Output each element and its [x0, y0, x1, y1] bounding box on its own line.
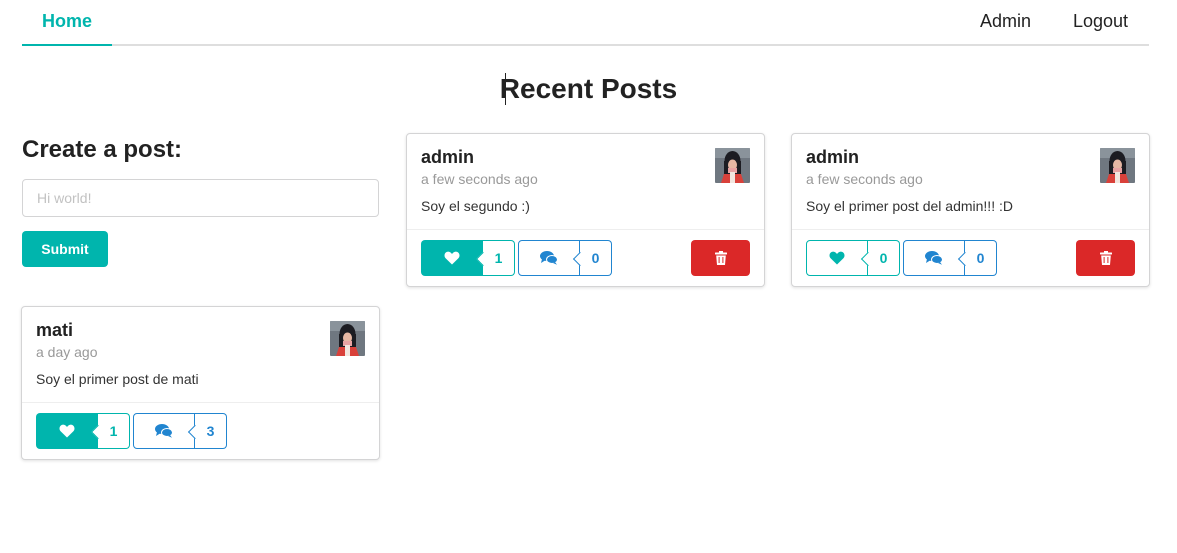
like-button[interactable]: 1 [421, 240, 515, 276]
comment-button[interactable]: 3 [133, 413, 227, 449]
comments-icon [925, 251, 943, 265]
post-card-content: admin a few seconds ago Soy el segundo :… [407, 134, 764, 230]
heart-icon [829, 251, 845, 265]
comment-button-main[interactable] [518, 240, 580, 276]
avatar [1100, 148, 1135, 183]
post-time: a few seconds ago [806, 171, 923, 187]
comment-count[interactable]: 0 [580, 240, 612, 276]
like-button[interactable]: 1 [36, 413, 130, 449]
trash-icon [1099, 251, 1112, 265]
delete-button[interactable] [1076, 240, 1135, 276]
comment-button-main[interactable] [133, 413, 195, 449]
avatar [330, 321, 365, 356]
like-count[interactable]: 1 [98, 413, 130, 449]
post-time: a day ago [36, 344, 98, 360]
like-button-main[interactable] [421, 240, 483, 276]
post-text: Soy el primer post de mati [36, 371, 199, 387]
heart-icon [444, 251, 460, 265]
like-count[interactable]: 0 [868, 240, 900, 276]
post-author: mati [36, 320, 74, 340]
nav-logout-link[interactable]: Logout [1073, 0, 1128, 46]
create-post-title: Create a post: [22, 136, 183, 163]
nav-admin-link[interactable]: Admin [980, 0, 1031, 46]
page-title: Recent Posts [499, 73, 678, 104]
post-text: Soy el primer post del admin!!! :D [806, 198, 1013, 214]
like-button-main[interactable] [806, 240, 868, 276]
comment-count[interactable]: 3 [195, 413, 227, 449]
post-author: admin [806, 147, 860, 167]
trash-icon [714, 251, 727, 265]
post-card: admin a few seconds ago Soy el primer po… [791, 133, 1150, 287]
comments-icon [540, 251, 558, 265]
top-menu: Home Admin Logout [22, 0, 1149, 46]
post-card: admin a few seconds ago Soy el segundo :… [406, 133, 765, 287]
post-card-content: admin a few seconds ago Soy el primer po… [792, 134, 1149, 230]
post-card-content: mati a day ago Soy el primer post de mat… [22, 307, 379, 403]
post-card: mati a day ago Soy el primer post de mat… [21, 306, 380, 460]
comment-button-main[interactable] [903, 240, 965, 276]
avatar [715, 148, 750, 183]
comment-count[interactable]: 0 [965, 240, 997, 276]
delete-button[interactable] [691, 240, 750, 276]
comment-button[interactable]: 0 [903, 240, 997, 276]
like-button-main[interactable] [36, 413, 98, 449]
nav-home-link[interactable]: Home [22, 0, 112, 46]
post-time: a few seconds ago [421, 171, 538, 187]
text-cursor [505, 73, 506, 105]
like-count[interactable]: 1 [483, 240, 515, 276]
post-text: Soy el segundo :) [421, 198, 530, 214]
heart-icon [59, 424, 75, 438]
submit-button[interactable]: Submit [22, 231, 108, 267]
post-author: admin [421, 147, 475, 167]
comment-button[interactable]: 0 [518, 240, 612, 276]
like-button[interactable]: 0 [806, 240, 900, 276]
post-input[interactable] [22, 179, 379, 217]
comments-icon [155, 424, 173, 438]
